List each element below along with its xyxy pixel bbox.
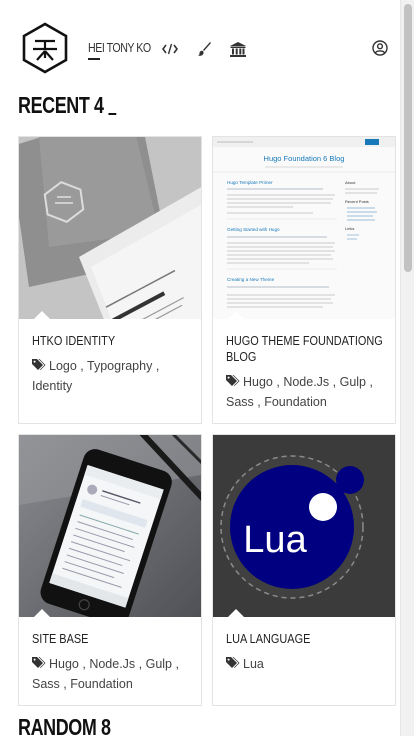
card-tags: Hugo , Node.Js , Gulp , Sass , Foundation: [226, 372, 385, 412]
card-notch: [33, 311, 51, 319]
tag-separator: ,: [76, 359, 88, 373]
tag-link[interactable]: Node.Js: [89, 657, 135, 671]
tag-link[interactable]: Sass: [226, 395, 254, 409]
blog-screenshot: Hugo Foundation 6 Blog Hugo Template Pri…: [213, 137, 395, 319]
card-title[interactable]: SITE BASE: [32, 631, 192, 647]
tag-separator: ,: [135, 657, 146, 671]
blog-sidebar-heading: About: [345, 180, 356, 185]
card-thumbnail[interactable]: [19, 137, 201, 319]
blog-heading: Hugo Foundation 6 Blog: [264, 154, 345, 163]
tag-link[interactable]: Identity: [32, 379, 72, 393]
card-thumbnail[interactable]: Hugo Foundation 6 Blog Hugo Template Pri…: [213, 137, 395, 319]
tag-separator: ,: [272, 375, 284, 389]
tag-link[interactable]: Foundation: [264, 395, 327, 409]
tag-link[interactable]: Hugo: [49, 657, 79, 671]
tag-link[interactable]: Node.Js: [283, 375, 329, 389]
card-tags: Hugo , Node.Js , Gulp , Sass , Foundation: [32, 654, 191, 694]
paint-brush-icon[interactable]: [196, 40, 214, 58]
tag-link[interactable]: Typography: [87, 359, 152, 373]
random-section-title: RANDOM 8: [18, 714, 111, 736]
recent-section-title: RECENT 4: [18, 92, 117, 119]
hex-monogram-logo-icon[interactable]: [22, 22, 68, 74]
scrollbar-thumb[interactable]: [404, 4, 412, 272]
brand-link[interactable]: HEI TONY KO: [88, 40, 151, 55]
tags-icon: [226, 375, 240, 386]
code-icon[interactable]: [161, 40, 179, 58]
recent-title-text: RECENT 4: [18, 92, 104, 118]
blog-sidebar-heading: Recent Posts: [345, 199, 369, 204]
card-notch: [227, 311, 245, 319]
tag-separator: ,: [59, 677, 71, 691]
tags-icon: [226, 657, 240, 668]
blog-post-title: Creating a New Theme: [227, 277, 275, 282]
tag-link[interactable]: Lua: [243, 657, 264, 671]
card-title[interactable]: LUA LANGUAGE: [226, 631, 386, 647]
tag-separator: ,: [329, 375, 340, 389]
lua-logo-icon: Lua: [213, 435, 395, 617]
tags-icon: [32, 359, 46, 370]
tag-link[interactable]: Hugo: [243, 375, 273, 389]
project-card-site-base[interactable]: SITE BASE Hugo , Node.Js , Gulp , Sass , …: [18, 434, 202, 706]
scrollbar[interactable]: [400, 0, 414, 736]
project-card-hugo-theme[interactable]: Hugo Foundation 6 Blog Hugo Template Pri…: [212, 136, 396, 424]
tag-link[interactable]: Gulp: [146, 657, 172, 671]
user-circle-icon[interactable]: [372, 40, 390, 58]
bank-icon[interactable]: [229, 40, 247, 58]
project-card-lua-language[interactable]: Lua LUA LANGUAGE Lua: [212, 434, 396, 706]
tag-link[interactable]: Gulp: [340, 375, 366, 389]
card-thumbnail[interactable]: Lua: [213, 435, 395, 617]
blog-sidebar-heading: Links: [345, 226, 354, 231]
tag-separator: ,: [78, 657, 90, 671]
tag-link[interactable]: Sass: [32, 677, 60, 691]
card-title[interactable]: HTKO IDENTITY: [32, 333, 192, 349]
blog-post-title: Hugo Template Primer: [227, 180, 273, 185]
tag-separator: ,: [253, 395, 265, 409]
lua-logo-text: Lua: [243, 519, 307, 561]
random-title-text: RANDOM 8: [18, 714, 111, 736]
card-thumbnail[interactable]: [19, 435, 201, 617]
card-notch: [227, 609, 245, 617]
tag-link[interactable]: Logo: [49, 359, 77, 373]
business-card-photo: [19, 137, 201, 319]
tags-icon: [32, 657, 46, 668]
card-tags: Logo , Typography , Identity: [32, 356, 191, 396]
tag-separator: ,: [152, 359, 160, 373]
tag-separator: ,: [172, 657, 179, 671]
blog-post-title: Getting Started with Hugo: [227, 227, 280, 232]
title-cursor: [108, 113, 117, 115]
active-underline: [88, 58, 100, 60]
phone-photo: [19, 435, 201, 617]
page: HEI TONY KO RECENT 4 HTKO IDENTITY Logo …: [0, 0, 400, 736]
card-notch: [33, 609, 51, 617]
tag-separator: ,: [366, 375, 373, 389]
project-card-htko-identity[interactable]: HTKO IDENTITY Logo , Typography , Identi…: [18, 136, 202, 424]
card-tags: Lua: [226, 654, 385, 674]
card-title[interactable]: HUGO THEME FOUNDATIONG BLOG: [226, 333, 386, 365]
site-header: HEI TONY KO: [0, 0, 400, 92]
tag-link[interactable]: Foundation: [70, 677, 133, 691]
